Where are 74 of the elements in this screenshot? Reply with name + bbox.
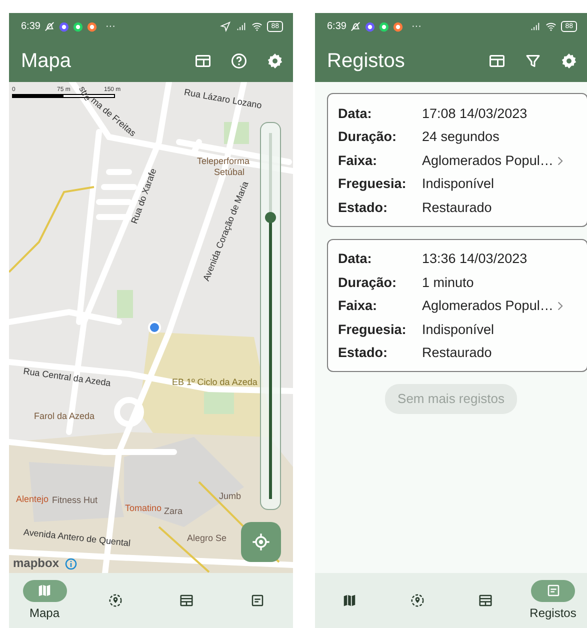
document-icon [250, 593, 265, 608]
field-value: Restaurado [422, 198, 492, 217]
map-icon [342, 593, 356, 608]
field-label: Duração: [338, 274, 398, 292]
notifications-off-icon [44, 21, 56, 32]
screen-title: Mapa [21, 49, 72, 74]
filter-icon [524, 52, 542, 70]
map-label: Rua do Xarafe [130, 167, 158, 226]
panel-icon [194, 52, 212, 70]
map-label: Avenida Antero de Quental [23, 528, 131, 548]
locate-button[interactable] [241, 522, 281, 562]
table-icon [478, 593, 492, 608]
signal-icon [235, 21, 248, 32]
location-target-icon [108, 593, 123, 608]
info-icon[interactable] [65, 558, 77, 570]
map-label: Alegro Se [187, 534, 227, 543]
map-label: stre [77, 85, 92, 102]
field-value: Aglomerados Popul… [422, 297, 554, 316]
slider-thumb[interactable] [265, 212, 276, 224]
notifications-off-icon [350, 21, 362, 32]
messenger-icon [59, 22, 70, 32]
field-label: Estado: [338, 198, 389, 217]
panel-icon [488, 52, 506, 70]
map-label: Rua Central da Azeda [22, 367, 112, 388]
more-notifications: ··· [105, 20, 116, 34]
field-value: 17:08 14/03/2023 [422, 104, 528, 123]
field-label: Faixa: [338, 152, 378, 170]
map-label: Fitness Hut [52, 496, 98, 505]
field-value: Aglomerados Popul… [422, 152, 554, 170]
field-label: Freguesia: [338, 320, 408, 339]
field-value: Indisponível [422, 175, 494, 194]
more-notifications: ··· [411, 20, 422, 34]
map-label: Zara [164, 507, 183, 516]
map-attribution: mapbox [13, 557, 60, 569]
field-label: Estado: [338, 344, 389, 362]
map-label: EB 1º Ciclo da Azeda [172, 378, 258, 387]
location-target-icon [410, 593, 424, 608]
status-time: 6:39 [327, 20, 346, 34]
field-value: 1 minuto [422, 274, 474, 292]
table-icon [179, 593, 194, 608]
settings-icon [560, 52, 578, 70]
map-label: Setúbal [214, 168, 245, 177]
whatsapp-icon [73, 22, 84, 32]
map-label: Rua Lázaro Lozano [183, 88, 262, 110]
messenger-icon [365, 22, 376, 32]
map-label: Alentejo [16, 495, 49, 504]
document-icon [546, 583, 560, 598]
crosshair-icon [251, 532, 271, 552]
field-label: Faixa: [338, 297, 378, 316]
map-label: Jumb [219, 492, 242, 501]
field-label: Data: [338, 104, 373, 123]
field-value: Indisponível [422, 320, 494, 339]
field-label: Duração: [338, 128, 398, 146]
signal-icon [529, 21, 542, 32]
field-value: 13:36 14/03/2023 [422, 250, 528, 268]
whatsapp-icon [379, 22, 390, 32]
record-card[interactable]: Data: 13:36 14/03/2023 Duração: 1 minuto Faixa: Aglomerados Popul… Freguesia: Indisponível Estado: Restaurado [327, 238, 587, 372]
play-store-icon [393, 22, 404, 32]
screen-title: Registos [327, 49, 406, 74]
play-store-icon [87, 22, 98, 32]
wifi-icon [251, 21, 264, 32]
map-icon [37, 583, 52, 598]
wifi-icon [545, 21, 558, 32]
help-icon [230, 52, 248, 70]
field-label: Freguesia: [338, 175, 408, 194]
field-value: Restaurado [422, 344, 492, 362]
map-label: Tomatino [125, 504, 162, 513]
settings-icon [266, 52, 284, 70]
field-value: 24 segundos [422, 128, 500, 146]
record-card[interactable]: Data: 17:08 14/03/2023 Duração: 24 segundos Faixa: Aglomerados Popul… Freguesia: Indisponível Estado: Restaurado [327, 93, 587, 226]
field-label: Data: [338, 250, 373, 268]
map-label: Farol da Azeda [34, 412, 95, 421]
map-label: Teleperforma [197, 157, 250, 166]
status-time: 6:39 [21, 20, 40, 34]
